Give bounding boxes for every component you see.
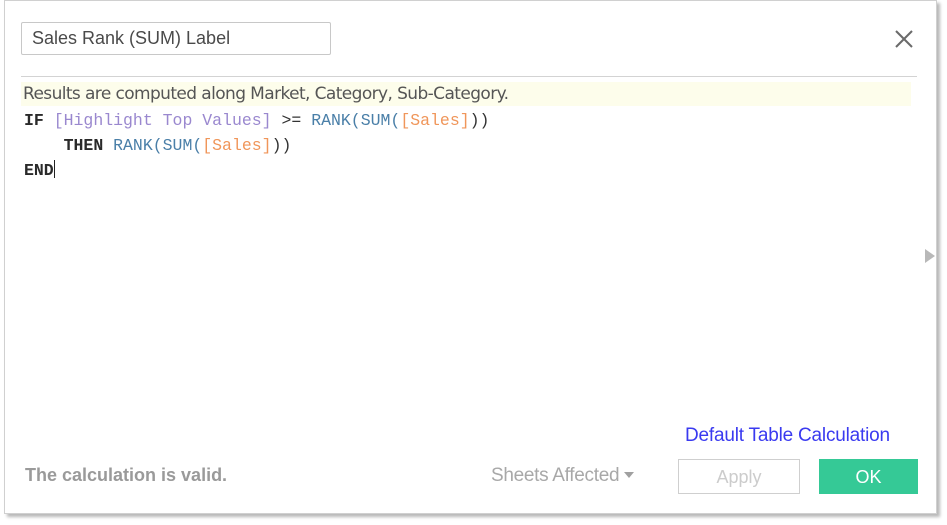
keyword-end: END [24,161,54,180]
formula-editor[interactable]: IF [Highlight Top Values] >= RANK(SUM([S… [24,108,904,418]
text-cursor [53,160,55,178]
function-rank: RANK( [311,111,361,130]
formula-line-1: IF [Highlight Top Values] >= RANK(SUM([S… [24,111,489,130]
close-parens: )) [469,111,490,130]
validation-status: The calculation is valid. [25,465,228,485]
function-sum: SUM( [162,136,203,155]
ok-button[interactable]: OK [819,459,918,494]
function-sum: SUM( [360,111,401,130]
close-icon [895,30,913,48]
operator-gte: >= [281,111,302,130]
apply-button[interactable]: Apply [678,459,800,494]
compute-info-bar: Results are computed along Market, Categ… [21,82,911,106]
sheets-affected-dropdown[interactable]: Sheets Affected [491,465,635,487]
close-button[interactable] [891,26,917,52]
caret-down-icon [624,472,635,478]
close-parens: )) [271,136,292,155]
field-highlight-top-values: [Highlight Top Values] [53,111,272,130]
keyword-then: THEN [63,136,104,155]
default-table-calculation-link[interactable]: Default Table Calculation [685,425,890,447]
keyword-if: IF [24,111,44,130]
expand-panel-icon[interactable] [925,249,935,263]
formula-line-3: END [24,160,55,180]
field-sales: [Sales] [400,111,470,130]
formula-line-2: THEN RANK(SUM([Sales])) [24,136,292,155]
sheets-affected-label: Sheets Affected [491,465,620,486]
header-divider [21,76,917,77]
calculation-editor-dialog: Results are computed along Market, Categ… [4,0,937,514]
function-rank: RANK( [113,136,163,155]
calculation-name-input[interactable] [21,22,331,55]
field-sales: [Sales] [202,136,272,155]
